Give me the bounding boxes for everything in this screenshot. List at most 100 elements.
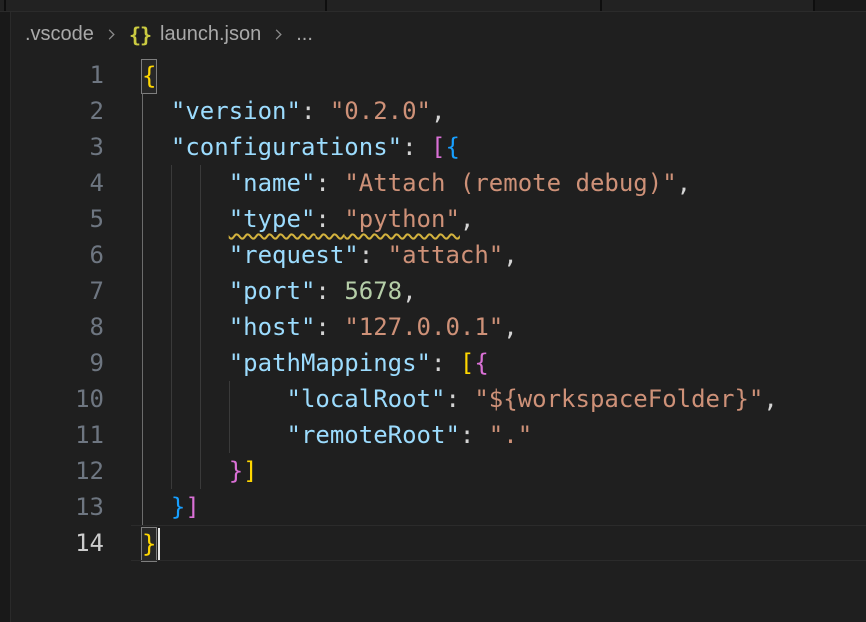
code-token [142, 349, 229, 377]
code-line[interactable]: 2 "version": "0.2.0", [11, 93, 866, 129]
indent-guide [200, 165, 201, 489]
line-number[interactable]: 8 [11, 309, 131, 345]
chevron-right-icon [104, 27, 119, 42]
code-token [142, 97, 171, 125]
tab-bar[interactable] [0, 0, 866, 12]
code-token: "Attach (remote debug)" [344, 169, 676, 197]
line-number[interactable]: 7 [11, 273, 131, 309]
breadcrumb-symbol-ellipsis[interactable]: ... [296, 23, 313, 46]
breadcrumb-file[interactable]: launch.json [160, 23, 261, 46]
code-line[interactable]: 4 "name": "Attach (remote debug)", [11, 165, 866, 201]
code-token: "version" [171, 97, 301, 125]
code-token: "name" [229, 169, 316, 197]
line-number[interactable]: 6 [11, 237, 131, 273]
code-token: : [431, 349, 460, 377]
current-line-highlight [131, 525, 866, 561]
tab-bar-empty-area [813, 0, 866, 11]
line-number[interactable]: 1 [11, 57, 131, 93]
code-token: : [315, 169, 344, 197]
code-token: "host" [229, 313, 316, 341]
code-token: "configurations" [171, 133, 402, 161]
code-line-text: "remoteRoot": "." [131, 417, 532, 453]
active-bracket-guide [142, 93, 143, 525]
code-token [142, 421, 287, 449]
code-line-text: "configurations": [{ [131, 129, 460, 165]
code-line-text: "pathMappings": [{ [131, 345, 489, 381]
code-line[interactable]: 13 }] [11, 489, 866, 525]
code-token: "localRoot" [287, 385, 446, 413]
code-token: , [503, 313, 517, 341]
line-number[interactable]: 10 [11, 381, 131, 417]
code-token [142, 205, 229, 233]
line-number[interactable]: 11 [11, 417, 131, 453]
code-line-text: "port": 5678, [131, 273, 417, 309]
code-line[interactable]: 7 "port": 5678, [11, 273, 866, 309]
code-token: "127.0.0.1" [344, 313, 503, 341]
line-number[interactable]: 3 [11, 129, 131, 165]
line-number[interactable]: 5 [11, 201, 131, 237]
code-token: "${workspaceFolder}" [474, 385, 763, 413]
line-number[interactable]: 4 [11, 165, 131, 201]
code-token: "port" [229, 277, 316, 305]
code-token: { [474, 349, 488, 377]
tab-divider [325, 0, 327, 11]
code-token: "pathMappings" [229, 349, 431, 377]
code-line-text: "host": "127.0.0.1", [131, 309, 518, 345]
vscode-editor-window: .vscode {} launch.json ... 1{2 "version"… [0, 0, 866, 622]
code-token: : [315, 277, 344, 305]
code-token: : [315, 205, 344, 233]
tab-divider [4, 0, 6, 11]
code-token: "request" [229, 241, 359, 269]
code-token: : [359, 241, 388, 269]
code-token: : [445, 385, 474, 413]
code-token: "python" [344, 205, 460, 233]
code-token: { [445, 133, 459, 161]
matched-bracket: { [142, 60, 156, 93]
code-editor[interactable]: 1{2 "version": "0.2.0",3 "configurations… [11, 57, 866, 622]
code-token: : [460, 421, 489, 449]
code-token [142, 313, 229, 341]
code-token [142, 169, 229, 197]
code-token: } [171, 493, 185, 521]
code-line[interactable]: 12 }] [11, 453, 866, 489]
code-token: "type" [229, 205, 316, 233]
line-number[interactable]: 14 [11, 525, 131, 561]
code-token [142, 493, 171, 521]
code-line[interactable]: 1{ [11, 57, 866, 93]
code-token: } [229, 457, 243, 485]
tab-divider [600, 0, 602, 11]
code-line-text: "request": "attach", [131, 237, 518, 273]
code-line[interactable]: 9 "pathMappings": [{ [11, 345, 866, 381]
code-token: : [315, 313, 344, 341]
code-line[interactable]: 6 "request": "attach", [11, 237, 866, 273]
code-line[interactable]: 8 "host": "127.0.0.1", [11, 309, 866, 345]
code-line-text: "name": "Attach (remote debug)", [131, 165, 691, 201]
code-token: 5678 [344, 277, 402, 305]
code-token: ] [243, 457, 257, 485]
code-token: , [402, 277, 416, 305]
line-number[interactable]: 2 [11, 93, 131, 129]
code-token: , [763, 385, 777, 413]
code-line-text: { [131, 57, 156, 93]
code-line[interactable]: 3 "configurations": [{ [11, 129, 866, 165]
line-number[interactable]: 9 [11, 345, 131, 381]
line-number[interactable]: 12 [11, 453, 131, 489]
code-token: [ [431, 133, 445, 161]
code-line[interactable]: 5 "type": "python", [11, 201, 866, 237]
code-token [142, 241, 229, 269]
code-token [142, 385, 287, 413]
code-line-text: "type": "python", [131, 201, 474, 237]
code-token: "0.2.0" [330, 97, 431, 125]
json-file-icon: {} [129, 23, 151, 47]
code-token: ] [185, 493, 199, 521]
line-number[interactable]: 13 [11, 489, 131, 525]
code-line[interactable]: 11 "remoteRoot": "." [11, 417, 866, 453]
code-line-text: }] [131, 453, 258, 489]
code-token: "." [489, 421, 532, 449]
breadcrumb-folder[interactable]: .vscode [25, 23, 94, 46]
code-line-text: "version": "0.2.0", [131, 93, 445, 129]
indent-guide [171, 165, 172, 489]
code-line[interactable]: 10 "localRoot": "${workspaceFolder}", [11, 381, 866, 417]
code-token [142, 277, 229, 305]
indent-guide [229, 381, 230, 453]
